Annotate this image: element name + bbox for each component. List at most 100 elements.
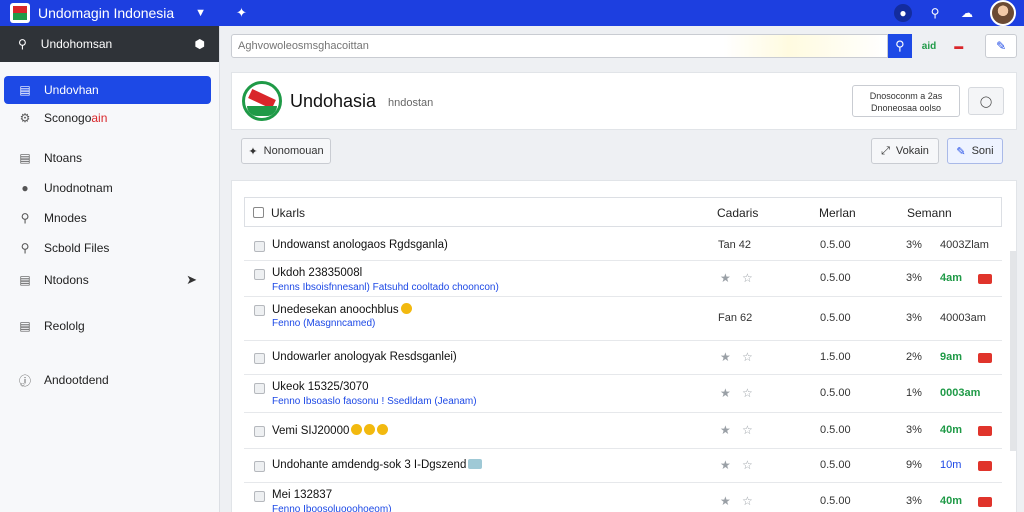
shield-icon[interactable]: ● (894, 4, 912, 22)
star-outline-icon[interactable]: ☆ (742, 386, 753, 400)
flag-icon[interactable] (978, 353, 992, 363)
row-semann: 40m (940, 424, 963, 436)
sidebar-item-label: Mnodes (44, 211, 87, 225)
row-title[interactable]: Undowanst anologaos Rgdsganla) (272, 239, 448, 251)
row-semann: 40m (940, 495, 963, 507)
row-semann: 4am (940, 272, 963, 284)
key-icon: ⚲ (20, 211, 30, 225)
row-title[interactable]: Undohante amdendg-sok 3 I-Dgszend (272, 459, 483, 471)
row-percent: 2% (906, 351, 922, 363)
row-subtitle-link[interactable]: Fenno Iboosoluooohoeom) (272, 504, 392, 512)
shield-icon[interactable]: ⬢ (195, 37, 205, 51)
edit-button[interactable]: ✎ (985, 34, 1017, 58)
flag-icon[interactable] (978, 426, 992, 436)
flag-icon[interactable]: ▬ (954, 41, 963, 51)
star-outline-icon[interactable]: ☆ (742, 458, 753, 472)
row-subtitle-link[interactable]: Fenno Ibsoaslo faosonu ! Ssedldam (Jeana… (272, 396, 477, 407)
scrollbar[interactable] (1010, 251, 1016, 451)
cloud-icon[interactable]: ☁ (958, 4, 976, 22)
row-checkbox[interactable] (254, 241, 265, 252)
row-title[interactable]: Mei 132837 (272, 489, 332, 501)
row-title[interactable]: Vemi SIJ20000 (272, 424, 389, 437)
table-row[interactable]: Ukdoh 23835008l Fenns Ibsoisfnnesanl) Fat… (244, 261, 1002, 297)
star-icon[interactable]: ★ (720, 494, 731, 508)
row-checkbox[interactable] (254, 383, 265, 394)
sort-label: Soni (971, 145, 994, 157)
list-icon: ▤ (19, 273, 31, 287)
row-checkbox[interactable] (254, 426, 265, 437)
table-row[interactable]: Unedesekan anoochblus Fenno (Masgnncamed)… (244, 297, 1002, 341)
row-merlan: 0.5.00 (820, 424, 851, 436)
column-header-title[interactable]: Ukarls (271, 206, 305, 220)
flag-icon[interactable] (978, 274, 992, 284)
table-row[interactable]: Undohante amdendg-sok 3 I-Dgszend ★ ☆ 0.5.0… (244, 449, 1002, 483)
row-title[interactable]: Unedesekan anoochblus (272, 303, 412, 316)
app-logo-icon (10, 3, 30, 23)
row-title[interactable]: Ukdoh 23835008l (272, 267, 362, 279)
pin-icon[interactable]: ✦ (236, 5, 247, 21)
search-icon[interactable]: ⚲ (926, 4, 944, 22)
emoji-icon (377, 424, 389, 435)
sidebar-item-scbold-files[interactable]: ⚲ Scbold Files (4, 234, 211, 262)
more-button[interactable]: ◯ (968, 87, 1004, 115)
row-title[interactable]: Undowarler anologyak Resdsganlei) (272, 351, 457, 363)
org-action-line1: Dnosoconm a 2as (869, 91, 943, 101)
sidebar-item-andootdend[interactable]: ⓘ Andootdend (4, 366, 211, 394)
star-outline-icon[interactable]: ☆ (742, 423, 753, 437)
row-checkbox[interactable] (254, 269, 265, 280)
sidebar-search[interactable]: ⚲ Undohomsan ⬢ (0, 26, 219, 62)
filter-chip[interactable]: aid (922, 41, 936, 52)
sidebar-item-mnodes[interactable]: ⚲ Mnodes (4, 204, 211, 232)
sidebar-item-ntoans[interactable]: ▤ Ntoans (4, 144, 211, 172)
sidebar-item-label: Scbold Files (44, 241, 110, 255)
row-checkbox[interactable] (254, 353, 265, 364)
row-checkbox[interactable] (254, 461, 265, 472)
star-icon[interactable]: ★ (720, 386, 731, 400)
star-icon[interactable]: ★ (720, 271, 731, 285)
search-input[interactable] (231, 34, 888, 58)
row-title[interactable]: Ukeok 15325/3070 (272, 381, 369, 393)
star-outline-icon[interactable]: ☆ (742, 494, 753, 508)
pin-icon[interactable]: ➤ (186, 272, 197, 288)
table-row[interactable]: Undowarler anologyak Resdsganlei) ★ ☆ 1.5.0… (244, 341, 1002, 375)
star-icon[interactable]: ★ (720, 423, 731, 437)
search-button[interactable]: ⚲ (887, 34, 912, 58)
sidebar-item-sconogo[interactable]: ⚙ Sconogo ain (4, 104, 211, 132)
data-table: Ukarls Cadaris Merlan Semann Undowanst a… (231, 180, 1017, 512)
view-button[interactable]: ⤢ Vokain (871, 138, 939, 164)
table-row[interactable]: Ukeok 15325/3070 Fenno Ibsoaslo faosonu !… (244, 375, 1002, 413)
star-outline-icon[interactable]: ☆ (742, 350, 753, 364)
emoji-icon (364, 424, 376, 435)
column-header-semann[interactable]: Semann (907, 206, 952, 220)
row-title-text: Ukeok 15325/3070 (272, 381, 369, 393)
star-icon[interactable]: ★ (720, 458, 731, 472)
sidebar-item-ntodons[interactable]: ▤ Ntodons ➤ (4, 266, 211, 294)
flag-icon[interactable] (978, 497, 992, 507)
avatar[interactable] (990, 0, 1016, 26)
new-item-button[interactable]: ✦ Nonomouan (241, 138, 331, 164)
row-percent: 3% (906, 424, 922, 436)
row-checkbox[interactable] (254, 305, 265, 316)
chevron-down-icon[interactable]: ▼ (195, 7, 206, 19)
row-subtitle-link[interactable]: Fenno (Masgnncamed) (272, 318, 375, 329)
table-row[interactable]: Vemi SIJ20000 ★ ☆ 0.5.00 3% 40m (244, 413, 1002, 449)
app-switcher[interactable]: Undomagin Indonesia ▼ (0, 0, 220, 26)
sort-button[interactable]: ✎ Soni (947, 138, 1003, 164)
star-icon[interactable]: ★ (720, 350, 731, 364)
sidebar-item-undovhan[interactable]: ▤ Undovhan (4, 76, 211, 104)
sidebar-item-unodnotnam[interactable]: ● Unodnotnam (4, 174, 211, 202)
row-title-text: Undowarler anologyak Resdsganlei) (272, 351, 457, 363)
row-checkbox[interactable] (254, 491, 265, 502)
table-row[interactable]: Undowanst anologaos Rgdsganla) Tan 42 0.5.… (244, 231, 1002, 261)
org-header: Undohasia hndostan Dnosoconm a 2as Dnone… (231, 72, 1017, 130)
row-semann: 0003am (940, 387, 981, 399)
row-subtitle-link[interactable]: Fenns Ibsoisfnnesanl) Fatsuhd cooltado c… (272, 282, 499, 293)
org-action-button[interactable]: Dnosoconm a 2as Dnoneosaa oolso (852, 85, 960, 117)
flag-icon[interactable] (978, 461, 992, 471)
column-header-cadaris[interactable]: Cadaris (717, 206, 758, 220)
sidebar-item-reololg[interactable]: ▤ Reololg (4, 312, 211, 340)
table-row[interactable]: Mei 132837 Fenno Iboosoluooohoeom) ★ ☆ 0.5.0… (244, 483, 1002, 512)
column-header-merlan[interactable]: Merlan (819, 206, 856, 220)
star-outline-icon[interactable]: ☆ (742, 271, 753, 285)
select-all-checkbox[interactable] (253, 207, 264, 218)
